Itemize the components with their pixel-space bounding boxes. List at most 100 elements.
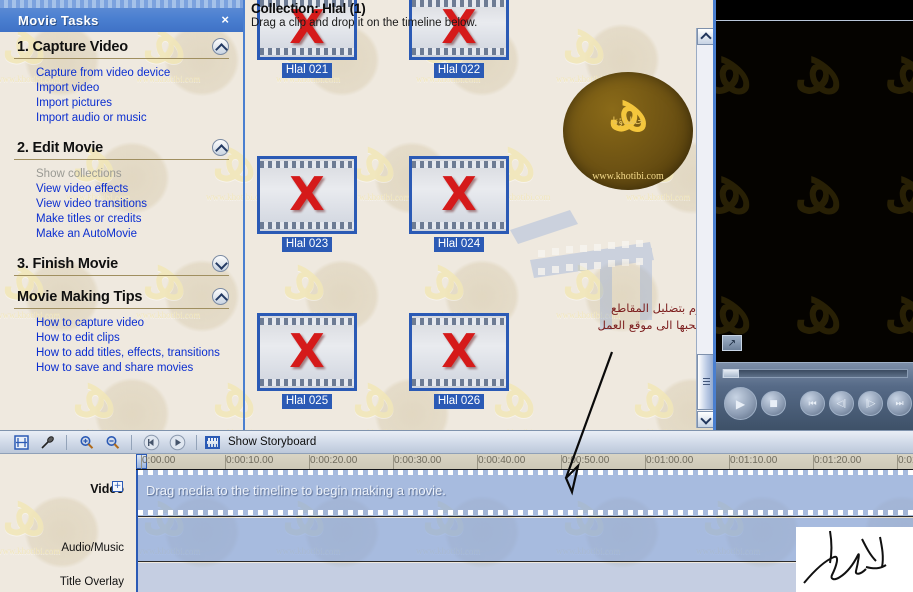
khotibi-logo-watermark: ھ خطباؤنا www.khotibi.com (563, 72, 693, 190)
handwritten-signature (796, 527, 913, 592)
chevron-down-icon[interactable] (212, 255, 229, 272)
toolbar-separator (66, 434, 67, 450)
clip-grid: X Hlal 021 X Hlal 022 X Hlal 023 X Hlal 024 X Hla… (257, 0, 537, 426)
task-section-movie-making-tips[interactable]: Movie Making Tips (14, 284, 229, 309)
seek-knob[interactable] (723, 369, 739, 378)
clip-item[interactable]: X Hlal 025 (257, 313, 357, 413)
task-link-import-pictures[interactable]: Import pictures (0, 95, 243, 110)
preview-monitor: ھ ھ ھ ھ ھ ھ ھ ھ ھ ↗ ▶ ■ ⏮ ◁| |▷ ⏭ (713, 0, 913, 430)
arabic-instruction-line: وسحبها الى موقع العمل (597, 317, 711, 332)
stop-button[interactable]: ■ (761, 391, 786, 416)
expand-video-track-icon[interactable]: + (112, 481, 123, 492)
previous-frame-button[interactable]: ⏮ (800, 391, 825, 416)
clip-label: Hlal 024 (433, 237, 485, 252)
monitor-transport-buttons: ▶ ■ ⏮ ◁| |▷ ⏭ (724, 387, 912, 420)
timeline-ruler[interactable]: 0:00.00 0:00:10.00 0:00:20.00 0:00:30.00 0:0… (136, 454, 913, 470)
arabic-instruction-note: نقوم بتضليل المقاطع وسحبها الى موقع العمل (541, 300, 711, 333)
missing-media-x-icon: X (441, 167, 477, 222)
task-link-view-video-effects[interactable]: View video effects (0, 181, 243, 196)
task-link-how-to-edit-clips[interactable]: How to edit clips (0, 330, 243, 345)
ruler-tick-mark (393, 455, 394, 469)
timeline-drop-hint: Drag media to the timeline to begin maki… (146, 483, 446, 498)
ruler-tick: 0:01:30.00 (897, 455, 913, 469)
clip-thumbnail[interactable]: X (409, 156, 509, 234)
arabic-instruction-line: نقوم بتضليل المقاطع (611, 301, 711, 315)
seek-bar[interactable] (722, 369, 908, 378)
clip-item[interactable]: X Hlal 023 (257, 156, 357, 256)
clip-label: Hlal 025 (281, 394, 333, 409)
step-back-button[interactable]: ◁| (829, 391, 854, 416)
task-link-how-to-save-and-share-movies[interactable]: How to save and share movies (0, 360, 243, 375)
ruler-tick: 0:00:20.00 (309, 455, 357, 469)
scroll-up-arrow-icon[interactable] (697, 28, 713, 45)
toolbar-separator (131, 434, 132, 450)
task-link-how-to-add-titles-effects-transitions[interactable]: How to add titles, effects, transitions (0, 345, 243, 360)
clip-thumbnail[interactable]: X (257, 313, 357, 391)
task-link-import-video[interactable]: Import video (0, 80, 243, 95)
collections-scrollbar[interactable] (696, 28, 713, 428)
monitor-watermark-glyph: ھ (882, 264, 913, 350)
video-track[interactable]: Drag media to the timeline to begin maki… (138, 470, 913, 517)
ruler-tick-mark (897, 455, 898, 469)
logo-url: www.khotibi.com (592, 171, 664, 182)
monitor-watermark-glyph: ھ (792, 264, 844, 350)
timeline-track-label: Title Overlay (59, 576, 124, 588)
chevron-up-icon[interactable] (212, 288, 229, 305)
close-icon[interactable]: × (221, 12, 229, 28)
ruler-tick: 0:00:10.00 (225, 455, 273, 469)
collection-subtitle: Drag a clip and drop it on the timeline … (251, 17, 478, 29)
ruler-tick: 0:00:40.00 (477, 455, 525, 469)
narrate-timeline-button[interactable] (36, 432, 58, 452)
task-section-label: 3. Finish Movie (17, 255, 118, 272)
task-link-make-titles-or-credits[interactable]: Make titles or credits (0, 211, 243, 226)
chevron-up-icon[interactable] (212, 139, 229, 156)
clip-thumbnail[interactable]: X (409, 313, 509, 391)
timeline-track-label: Audio/Music (61, 542, 124, 554)
scroll-down-arrow-icon[interactable] (697, 411, 713, 428)
ruler-tick-mark (813, 455, 814, 469)
monitor-divider (716, 20, 913, 21)
set-audio-levels-button[interactable] (10, 432, 32, 452)
task-section-edit-movie[interactable]: 2. Edit Movie (14, 135, 229, 160)
task-link-capture-from-video-device[interactable]: Capture from video device (0, 65, 243, 80)
task-link-import-audio-or-music[interactable]: Import audio or music (0, 110, 243, 125)
toolbar-separator (196, 434, 197, 450)
play-button[interactable]: ▶ (724, 387, 757, 420)
rewind-timeline-button[interactable] (140, 432, 162, 452)
task-section-links: Capture from video device Import video Imp… (0, 65, 243, 125)
ruler-tick-mark (729, 455, 730, 469)
ruler-tick: 0:01:10.00 (729, 455, 777, 469)
missing-media-x-icon: X (289, 324, 325, 379)
chevron-up-icon[interactable] (212, 38, 229, 55)
monitor-video-surface[interactable]: ھ ھ ھ ھ ھ ھ ھ ھ ھ (716, 22, 913, 362)
zoom-in-button[interactable] (75, 432, 97, 452)
collection-title: Collection: Hlal (1) (251, 1, 366, 16)
missing-media-x-icon: X (441, 324, 477, 379)
clip-item[interactable]: X Hlal 026 (409, 313, 509, 413)
step-forward-button[interactable]: |▷ (858, 391, 883, 416)
ruler-tick-mark (477, 455, 478, 469)
task-section-label: 2. Edit Movie (17, 139, 104, 156)
task-section-links: How to capture video How to edit clips How… (0, 315, 243, 375)
task-section-finish-movie[interactable]: 3. Finish Movie (14, 251, 229, 276)
task-link-how-to-capture-video[interactable]: How to capture video (0, 315, 243, 330)
movie-tasks-pane: Movie Tasks × 1. Capture Video Capture fr… (0, 0, 243, 430)
storyboard-icon[interactable] (205, 435, 220, 449)
task-link-make-an-automovie[interactable]: Make an AutoMovie (0, 226, 243, 241)
play-timeline-button[interactable] (166, 432, 188, 452)
expand-monitor-icon[interactable]: ↗ (722, 335, 742, 351)
monitor-watermark-glyph: ھ (882, 24, 913, 110)
clip-thumbnail[interactable]: X (257, 156, 357, 234)
show-storyboard-button[interactable]: Show Storyboard (228, 436, 316, 448)
next-frame-button[interactable]: ⏭ (887, 391, 912, 416)
timeline-toolbar: Show Storyboard (0, 430, 913, 454)
task-section-capture-video[interactable]: 1. Capture Video (14, 34, 229, 59)
timeline-panel: Video + Audio/Music Title Overlay 0:00.00 0:… (0, 454, 913, 592)
scrollbar-thumb[interactable] (697, 354, 713, 410)
monitor-watermark-glyph: ھ (882, 144, 913, 230)
task-section-links: Show collections View video effects View v… (0, 166, 243, 241)
zoom-out-button[interactable] (101, 432, 123, 452)
task-link-view-video-transitions[interactable]: View video transitions (0, 196, 243, 211)
clip-item[interactable]: X Hlal 024 (409, 156, 509, 256)
ruler-tick-mark (309, 455, 310, 469)
